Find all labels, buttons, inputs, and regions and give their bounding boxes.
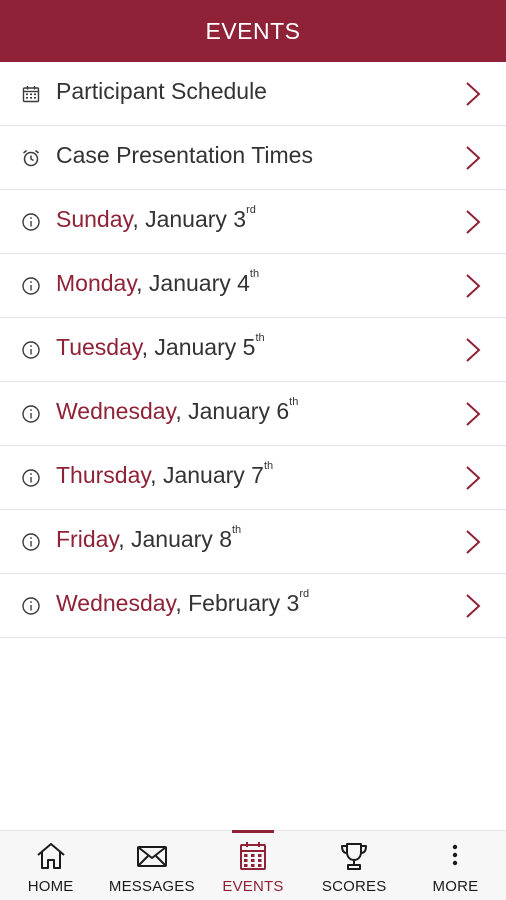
date-text: , February 3 xyxy=(175,590,300,616)
calendar-icon xyxy=(21,84,41,104)
info-icon xyxy=(21,212,41,232)
date-text: , January 8 xyxy=(118,526,232,552)
info-icon xyxy=(21,596,41,616)
info-icon xyxy=(21,532,41,552)
tab-events[interactable]: EVENTS xyxy=(202,831,303,900)
tab-label: MORE xyxy=(432,878,479,895)
row-event-day-4[interactable]: Wednesday, January 6th xyxy=(0,382,506,446)
chevron-right-icon xyxy=(464,528,482,556)
weekday: Wednesday xyxy=(56,590,176,616)
row-event-day-2[interactable]: Monday, January 4th xyxy=(0,254,506,318)
page-title: EVENTS xyxy=(205,17,301,44)
row-label: Sunday, January 3rd xyxy=(56,204,256,233)
date-text: , January 3 xyxy=(132,206,247,232)
weekday: Friday xyxy=(56,526,119,552)
row-event-day-7[interactable]: Wednesday, February 3rd xyxy=(0,574,506,638)
tab-label: HOME xyxy=(27,878,74,895)
row-event-day-3[interactable]: Tuesday, January 5th xyxy=(0,318,506,382)
ordinal-suffix: th xyxy=(255,332,265,344)
alarm-clock-icon xyxy=(21,148,41,168)
home-icon xyxy=(34,840,68,872)
ordinal-suffix: rd xyxy=(299,588,310,600)
row-event-day-5[interactable]: Thursday, January 7th xyxy=(0,446,506,510)
tab-home[interactable]: HOME xyxy=(0,831,101,900)
row-event-day-1[interactable]: Sunday, January 3rd xyxy=(0,190,506,254)
ordinal-suffix: th xyxy=(263,460,274,472)
row-label: Case Presentation Times xyxy=(56,142,313,168)
date-text: , January 4 xyxy=(136,270,250,296)
info-icon xyxy=(21,340,41,360)
row-case-presentation-times[interactable]: Case Presentation Times xyxy=(0,126,506,190)
row-label: Friday, January 8th xyxy=(56,524,242,553)
weekday: Tuesday xyxy=(56,334,142,360)
date-text: , January 7 xyxy=(150,462,264,488)
ordinal-suffix: rd xyxy=(246,204,256,216)
date-text: , January 5 xyxy=(141,334,256,360)
chevron-right-icon xyxy=(464,208,482,236)
weekday: Sunday xyxy=(56,206,133,232)
row-label: Participant Schedule xyxy=(56,78,267,104)
header-bar: EVENTS xyxy=(0,0,506,62)
row-label: Wednesday, January 6th xyxy=(56,396,299,425)
row-participant-schedule[interactable]: Participant Schedule xyxy=(0,62,506,126)
tab-label: SCORES xyxy=(321,878,387,895)
tab-label: MESSAGES xyxy=(108,878,195,895)
calendar-icon xyxy=(236,840,270,872)
tab-messages[interactable]: MESSAGES xyxy=(101,831,202,900)
ordinal-suffix: th xyxy=(289,396,299,408)
envelope-icon xyxy=(135,840,169,872)
ordinal-suffix: th xyxy=(249,268,260,280)
info-icon xyxy=(21,276,41,296)
trophy-icon xyxy=(337,840,371,872)
chevron-right-icon xyxy=(464,464,482,492)
weekday: Monday xyxy=(56,270,137,296)
chevron-right-icon xyxy=(464,400,482,428)
tab-label: EVENTS xyxy=(222,878,284,895)
row-label: Tuesday, January 5th xyxy=(56,332,265,361)
row-label: Monday, January 4th xyxy=(56,268,260,297)
chevron-right-icon xyxy=(464,80,482,108)
chevron-right-icon xyxy=(464,592,482,620)
weekday: Thursday xyxy=(56,462,151,488)
chevron-right-icon xyxy=(464,272,482,300)
tab-more[interactable]: MORE xyxy=(405,831,506,900)
chevron-right-icon xyxy=(464,144,482,172)
chevron-right-icon xyxy=(464,336,482,364)
tab-scores[interactable]: SCORES xyxy=(304,831,405,900)
row-label: Thursday, January 7th xyxy=(56,460,274,489)
weekday: Wednesday xyxy=(56,398,176,424)
events-list: Participant Schedule Case Presentation T… xyxy=(0,62,506,638)
date-text: , January 6 xyxy=(175,398,290,424)
ordinal-suffix: th xyxy=(232,524,242,536)
row-label: Wednesday, February 3rd xyxy=(56,588,310,617)
info-icon xyxy=(21,468,41,488)
more-vertical-icon xyxy=(438,840,472,872)
row-event-day-6[interactable]: Friday, January 8th xyxy=(0,510,506,574)
info-icon xyxy=(21,404,41,424)
events-screen: EVENTS Participant Schedule Case Present… xyxy=(0,0,506,900)
bottom-tab-bar: HOME MESSAGES EVENTS SCORES MORE xyxy=(0,830,506,900)
